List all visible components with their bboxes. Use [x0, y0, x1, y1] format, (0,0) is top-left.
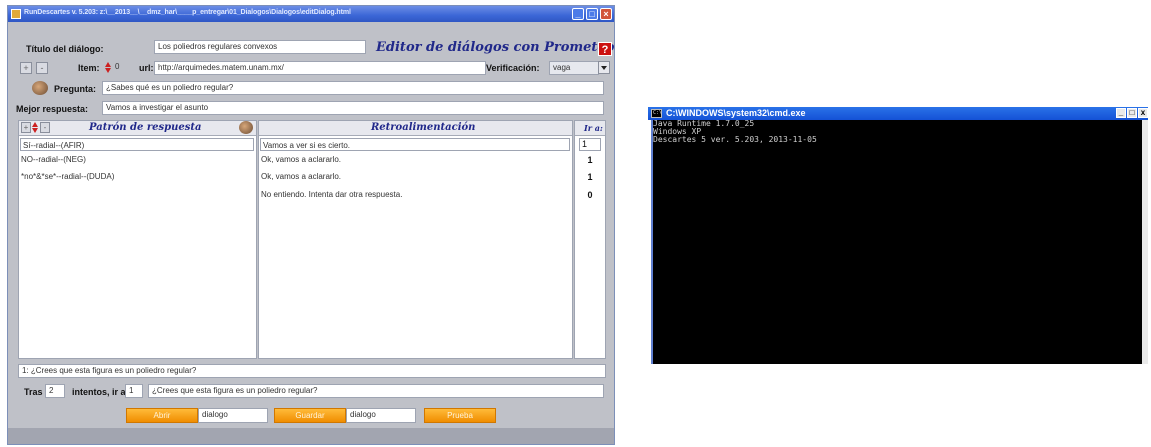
close-button[interactable]: × [600, 8, 612, 20]
ir-header: Ir a: [575, 121, 605, 136]
ir-a-value[interactable]: 1 [579, 155, 601, 165]
cmd-close-button[interactable]: x [1138, 108, 1148, 118]
remove-item-button[interactable]: - [36, 62, 48, 74]
url-input[interactable]: http://arquimedes.matem.unam.mx/ [154, 61, 486, 75]
add-item-button[interactable]: + [20, 62, 32, 74]
prueba-button[interactable]: Prueba [424, 408, 496, 423]
pregunta-input[interactable]: ¿Sabes qué es un poliedro regular? [102, 81, 604, 95]
prometeo-avatar-icon [239, 121, 253, 134]
pregunta-label: Pregunta: [54, 84, 97, 94]
editor-titlebar[interactable]: RunDescartes v. 5.203: z:\__2013__\__dmz… [8, 6, 614, 22]
help-button[interactable]: ? [598, 42, 612, 56]
mejor-respuesta-label: Mejor respuesta: [16, 104, 89, 114]
console-line: Java Runtime 1.7.0_25 [653, 119, 755, 128]
titulo-input[interactable]: Los poliedros regulares convexos [154, 40, 366, 54]
next-question-field[interactable]: 1: ¿Crees que esta figura es un poliedro… [18, 364, 606, 378]
cmd-console[interactable]: Java Runtime 1.7.0_25 Windows XP Descart… [651, 120, 1148, 364]
editor-bottom-bar [8, 428, 614, 444]
tras-input[interactable]: 2 [45, 384, 65, 398]
cmd-minimize-button[interactable]: _ [1116, 108, 1126, 118]
patron-panel: + - Patrón de respuesta Sí--radial--(AFI… [18, 120, 257, 359]
guardar-filename-input[interactable]: dialogo [346, 408, 416, 423]
ir-a-panel: Ir a: 1 1 1 0 [574, 120, 606, 359]
minimize-button[interactable]: _ [572, 8, 584, 20]
retro-row[interactable]: Ok, vamos a aclararlo. [261, 153, 570, 166]
patron-column-title: Patrón de respuesta [89, 122, 202, 133]
ir-a-value[interactable]: 0 [579, 190, 601, 200]
chevron-down-icon[interactable] [598, 61, 610, 74]
retro-row[interactable]: Vamos a ver si es cierto. [260, 138, 570, 151]
verificacion-label: Verificación: [486, 63, 540, 73]
ir-a-value[interactable]: 1 [579, 172, 601, 182]
cmd-scrollbar[interactable] [1142, 120, 1148, 364]
guardar-button[interactable]: Guardar [274, 408, 346, 423]
ir-a-input[interactable]: 1 [579, 138, 601, 151]
abrir-filename-input[interactable]: dialogo [198, 408, 268, 423]
abrir-button[interactable]: Abrir [126, 408, 198, 423]
prometeo-avatar-icon [32, 81, 48, 95]
patron-row[interactable]: *no*&*se*--radial--(DUDA) [21, 170, 254, 183]
item-label: Item: [78, 63, 100, 73]
patron-row[interactable]: NO--radial--(NEG) [21, 153, 254, 166]
item-input[interactable]: 0 [112, 61, 132, 75]
cmd-icon: C:\ [651, 109, 663, 118]
add-pattern-button[interactable]: + [21, 122, 31, 133]
verificacion-select[interactable]: vaga [549, 61, 599, 75]
retro-column-title: Retroalimentación [371, 122, 476, 133]
ir-column-title: Ir a: [584, 123, 603, 133]
mejor-respuesta-input[interactable]: Vamos a investigar el asunto [102, 101, 604, 115]
patron-row[interactable]: Sí--radial--(AFIR) [20, 138, 254, 151]
tras-label: Tras [24, 387, 43, 397]
intentos-label: intentos, ir a [72, 387, 126, 397]
intentos-input[interactable]: 1 [125, 384, 143, 398]
retro-row[interactable]: Ok, vamos a aclararlo. [261, 170, 570, 183]
titulo-label: Título del diálogo: [26, 44, 104, 54]
maximize-button[interactable]: □ [586, 8, 598, 20]
app-icon [11, 9, 21, 19]
editor-heading: Editor de diálogos con Prometeo [376, 40, 615, 55]
cmd-window-title: C:\WINDOWS\system32\cmd.exe [666, 108, 806, 118]
retro-row[interactable]: No entiendo. Intenta dar otra respuesta. [261, 188, 570, 201]
console-line: Descartes 5 ver. 5.203, 2013-11-05 [653, 135, 817, 144]
cmd-window: C:\ C:\WINDOWS\system32\cmd.exe _ □ x Ja… [648, 107, 1148, 364]
retroalimentacion-panel: Retroalimentación Vamos a ver si es cier… [258, 120, 573, 359]
editor-window-title: RunDescartes v. 5.203: z:\__2013__\__dmz… [24, 9, 351, 16]
dialog-editor-window: RunDescartes v. 5.203: z:\__2013__\__dmz… [7, 5, 615, 445]
patron-header: + - Patrón de respuesta [19, 121, 256, 136]
intentos-question-field[interactable]: ¿Crees que esta figura es un poliedro re… [148, 384, 604, 398]
pattern-order-stepper[interactable] [32, 122, 39, 134]
remove-pattern-button[interactable]: - [40, 122, 50, 133]
retro-header: Retroalimentación [259, 121, 572, 136]
cmd-maximize-button[interactable]: □ [1127, 108, 1137, 118]
url-label: url: [139, 63, 154, 73]
item-stepper[interactable] [105, 62, 112, 74]
